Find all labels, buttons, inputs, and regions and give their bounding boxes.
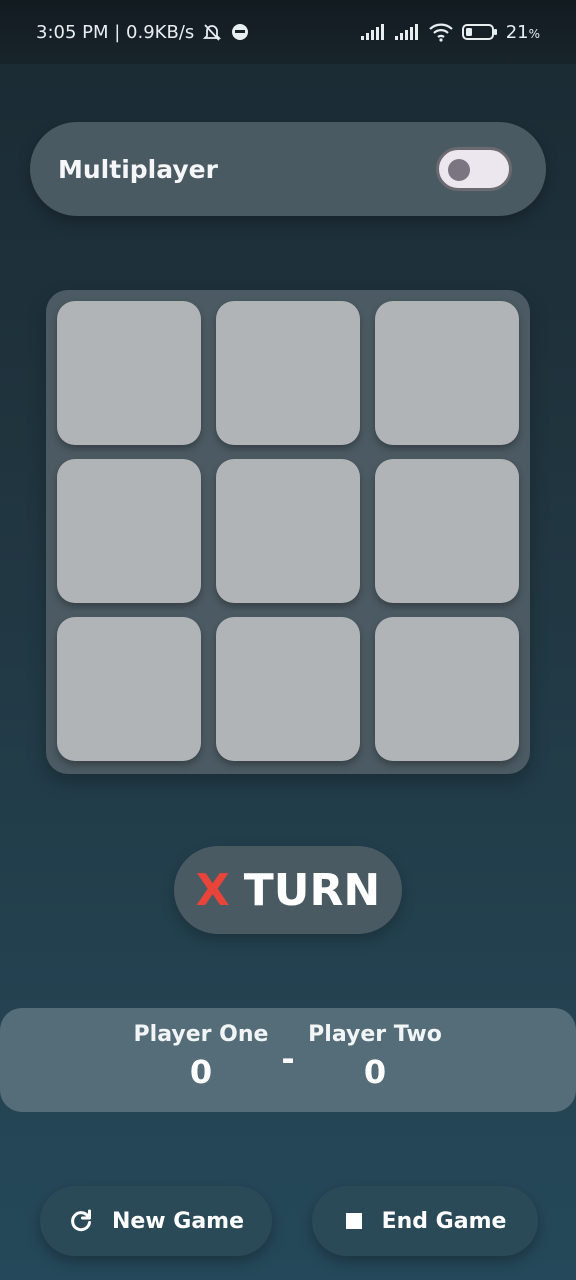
status-bar: 3:05 PM | 0.9KB/s 21% [0, 0, 576, 64]
battery-icon [461, 23, 498, 41]
board-cell-6[interactable] [375, 459, 519, 603]
notification-face-icon [230, 22, 250, 42]
player-two-name: Player Two [308, 1022, 442, 1047]
scoreboard: Player One 0 - Player Two 0 [0, 1008, 576, 1112]
end-game-label: End Game [381, 1208, 507, 1234]
board-cell-7[interactable] [57, 617, 201, 761]
board-cell-1[interactable] [57, 301, 201, 445]
toggle-knob [448, 159, 470, 181]
multiplayer-toggle[interactable] [436, 147, 512, 191]
turn-indicator: X TURN [174, 846, 402, 934]
player-two-score: 0 [363, 1053, 387, 1091]
signal-icon [360, 23, 386, 41]
signal-icon-2 [394, 23, 420, 41]
game-board [46, 290, 530, 774]
player-one-score-block: Player One 0 [116, 1020, 286, 1094]
board-cell-9[interactable] [375, 617, 519, 761]
player-one-name: Player One [133, 1022, 269, 1047]
new-game-label: New Game [111, 1208, 245, 1234]
multiplayer-panel: Multiplayer [30, 122, 546, 216]
bell-muted-icon [202, 22, 222, 42]
board-cell-2[interactable] [216, 301, 360, 445]
battery-percent: 21% [505, 21, 540, 43]
wifi-icon [428, 22, 454, 42]
turn-symbol: X [195, 864, 230, 916]
multiplayer-label: Multiplayer [58, 154, 218, 184]
stop-icon [344, 1211, 364, 1231]
turn-label: TURN [243, 864, 381, 916]
board-cell-4[interactable] [57, 459, 201, 603]
board-cell-5[interactable] [216, 459, 360, 603]
refresh-icon [68, 1208, 94, 1234]
board-cell-3[interactable] [375, 301, 519, 445]
end-game-button[interactable]: End Game [312, 1186, 538, 1256]
player-one-score: 0 [189, 1053, 213, 1091]
player-two-score-block: Player Two 0 [290, 1020, 460, 1094]
board-cell-8[interactable] [216, 617, 360, 761]
status-left: 3:05 PM | 0.9KB/s [36, 22, 250, 43]
status-time-speed: 3:05 PM | 0.9KB/s [36, 21, 195, 43]
status-right: 21% [360, 22, 540, 43]
new-game-button[interactable]: New Game [40, 1186, 272, 1256]
